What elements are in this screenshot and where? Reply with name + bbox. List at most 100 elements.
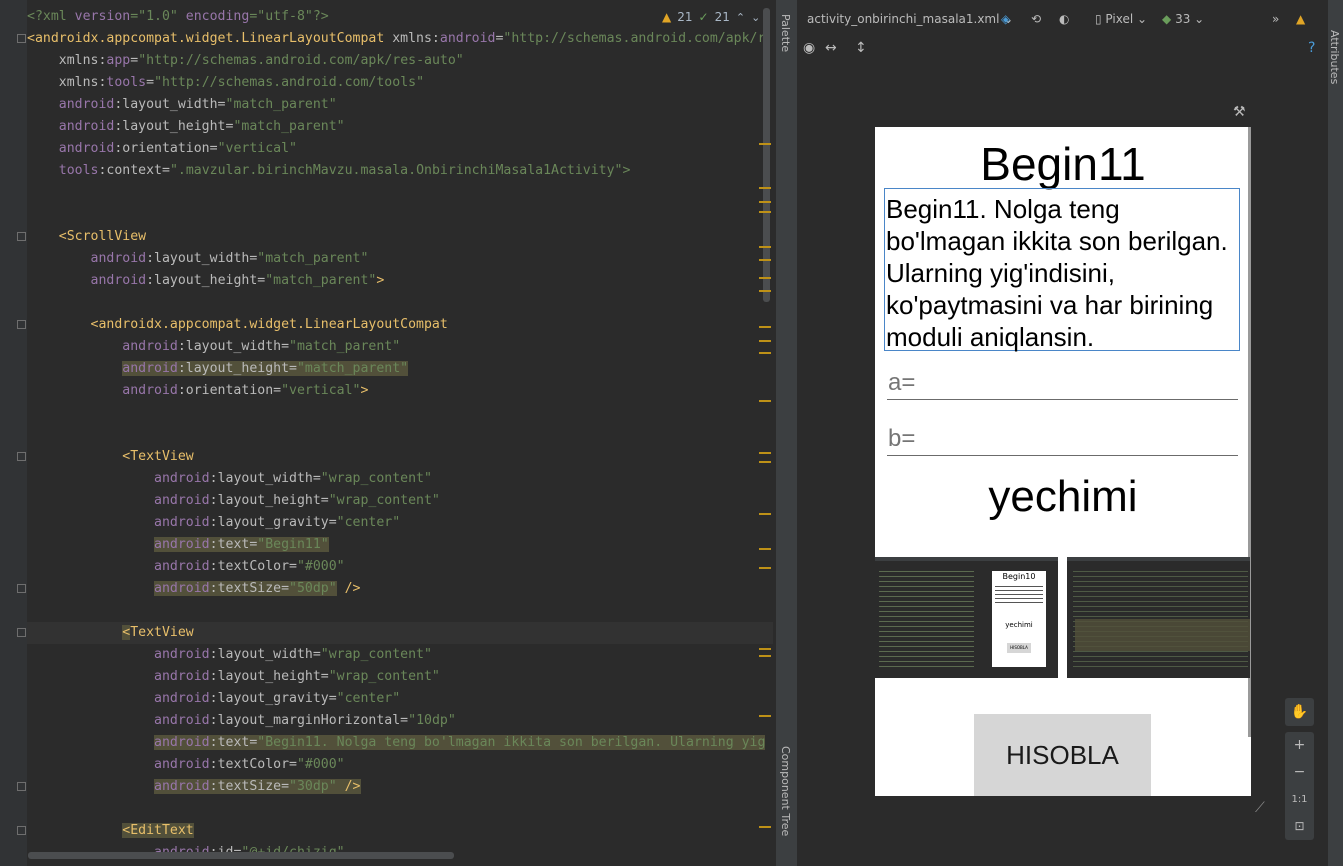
code-line[interactable]: android:textSize="50dp" /> bbox=[27, 578, 773, 600]
palette-tab[interactable]: Palette bbox=[779, 14, 792, 52]
code-line[interactable]: <TextView bbox=[27, 622, 773, 644]
title-text[interactable]: Begin11 bbox=[875, 137, 1251, 191]
code-line[interactable] bbox=[27, 292, 773, 314]
wrench-icon[interactable]: ⚒ bbox=[1233, 104, 1246, 120]
code-line[interactable]: android:textColor="#000" bbox=[27, 754, 773, 776]
code-line[interactable]: xmlns:app="http://schemas.android.com/ap… bbox=[27, 50, 773, 72]
result-text[interactable]: yechimi bbox=[875, 472, 1251, 522]
error-stripe-mark[interactable] bbox=[759, 352, 771, 354]
screenshot-thumbnail-1[interactable]: Begin10 yechimi HISOBLA bbox=[875, 557, 1058, 678]
file-selector[interactable]: activity_onbirinchi_masala1.xml ⌄ bbox=[807, 12, 1013, 26]
zoom-fit-button[interactable]: ⊡ bbox=[1285, 813, 1314, 840]
calculate-button[interactable]: HISOBLA bbox=[974, 714, 1151, 796]
input-a-field[interactable] bbox=[887, 366, 1238, 400]
code-line[interactable]: android:text="Begin11. Nolga teng bo'lma… bbox=[27, 732, 773, 754]
code-line[interactable]: android:layout_width="match_parent" bbox=[27, 94, 773, 116]
orientation-icon[interactable]: ⟲ bbox=[1031, 12, 1041, 26]
zoom-in-button[interactable]: + bbox=[1285, 732, 1314, 759]
component-tree-tab[interactable]: Component Tree bbox=[779, 746, 792, 836]
error-stripe-mark[interactable] bbox=[759, 548, 771, 550]
code-line[interactable]: android:layout_height="match_parent" bbox=[27, 358, 773, 380]
zoom-actual-button[interactable]: 1:1 bbox=[1285, 786, 1314, 813]
fold-marker[interactable] bbox=[17, 826, 26, 835]
fold-marker[interactable] bbox=[17, 320, 26, 329]
fold-marker[interactable] bbox=[17, 232, 26, 241]
help-icon[interactable]: ? bbox=[1308, 40, 1315, 56]
code-line[interactable]: android:layout_width="wrap_content" bbox=[27, 644, 773, 666]
attributes-tab[interactable]: Attributes bbox=[1328, 30, 1341, 84]
fold-marker[interactable] bbox=[17, 34, 26, 43]
code-line[interactable]: android:layout_height="match_parent" bbox=[27, 116, 773, 138]
code-line[interactable]: android:layout_height="match_parent"> bbox=[27, 270, 773, 292]
fold-marker[interactable] bbox=[17, 628, 26, 637]
fold-marker[interactable] bbox=[17, 782, 26, 791]
eye-icon[interactable]: ◉ bbox=[803, 40, 815, 56]
error-stripe-mark[interactable] bbox=[759, 290, 771, 292]
warning-icon[interactable]: ▲ bbox=[1296, 12, 1305, 26]
error-stripe-mark[interactable] bbox=[759, 187, 771, 189]
zoom-out-button[interactable]: − bbox=[1285, 759, 1314, 786]
code-line[interactable]: <ScrollView bbox=[27, 226, 773, 248]
code-line[interactable] bbox=[27, 798, 773, 820]
code-line[interactable]: <androidx.appcompat.widget.LinearLayoutC… bbox=[27, 28, 773, 50]
code-line[interactable]: android:textSize="30dp" /> bbox=[27, 776, 773, 798]
error-stripe-mark[interactable] bbox=[759, 143, 771, 145]
error-stripe-mark[interactable] bbox=[759, 246, 771, 248]
code-line[interactable]: android:orientation="vertical"> bbox=[27, 380, 773, 402]
theme-icon[interactable]: ◐ bbox=[1059, 12, 1069, 26]
layers-icon[interactable]: ◈ bbox=[1001, 12, 1010, 26]
code-line[interactable]: <TextView bbox=[27, 446, 773, 468]
resize-handle-icon[interactable]: ⟋ bbox=[1255, 800, 1265, 816]
code-line[interactable]: android:layout_height="wrap_content" bbox=[27, 490, 773, 512]
prev-problem-icon[interactable]: ⌃ bbox=[736, 11, 745, 24]
code-line[interactable] bbox=[27, 402, 773, 424]
code-line[interactable]: android:orientation="vertical" bbox=[27, 138, 773, 160]
code-line[interactable]: android:layout_width="match_parent" bbox=[27, 336, 773, 358]
vertical-scrollbar[interactable] bbox=[763, 8, 770, 302]
error-stripe-mark[interactable] bbox=[759, 452, 771, 454]
input-b-field[interactable] bbox=[887, 422, 1238, 456]
screenshot-thumbnail-2[interactable] bbox=[1067, 557, 1250, 678]
error-stripe-mark[interactable] bbox=[759, 513, 771, 515]
code-line[interactable] bbox=[27, 204, 773, 226]
error-stripe-mark[interactable] bbox=[759, 461, 771, 463]
description-text[interactable]: Begin11. Nolga teng bo'lmagan ikkita son… bbox=[884, 188, 1240, 352]
pan-tool[interactable]: ✋ bbox=[1285, 698, 1314, 726]
code-line[interactable]: android:textColor="#000" bbox=[27, 556, 773, 578]
error-stripe-mark[interactable] bbox=[759, 648, 771, 650]
code-line[interactable]: android:layout_gravity="center" bbox=[27, 512, 773, 534]
code-line[interactable]: android:text="Begin11" bbox=[27, 534, 773, 556]
code-line[interactable]: <EditText bbox=[27, 820, 773, 842]
code-line[interactable]: <androidx.appcompat.widget.LinearLayoutC… bbox=[27, 314, 773, 336]
next-problem-icon[interactable]: ⌄ bbox=[751, 11, 760, 24]
error-stripe-mark[interactable] bbox=[759, 326, 771, 328]
error-stripe-mark[interactable] bbox=[759, 715, 771, 717]
code-line[interactable]: xmlns:tools="http://schemas.android.com/… bbox=[27, 72, 773, 94]
error-stripe-mark[interactable] bbox=[759, 340, 771, 342]
code-line[interactable] bbox=[27, 600, 773, 622]
code-area[interactable]: <?xml version="1.0" encoding="utf-8"?> <a… bbox=[27, 6, 773, 864]
phone-preview[interactable]: Begin11 Begin11. Nolga teng bo'lmagan ik… bbox=[875, 127, 1251, 796]
error-stripe-mark[interactable] bbox=[759, 400, 771, 402]
code-editor[interactable]: <?xml version="1.0" encoding="utf-8"?> <a… bbox=[0, 0, 773, 866]
error-stripe-mark[interactable] bbox=[759, 211, 771, 213]
error-stripe-mark[interactable] bbox=[759, 259, 771, 261]
code-line[interactable]: android:layout_gravity="center" bbox=[27, 688, 773, 710]
device-selector[interactable]: ▯ Pixel ⌄ bbox=[1095, 12, 1147, 26]
api-selector[interactable]: ◆ 33 ⌄ bbox=[1162, 12, 1204, 26]
vertical-resize-icon[interactable]: ↕ bbox=[855, 40, 867, 56]
code-line[interactable]: android:layout_height="wrap_content" bbox=[27, 666, 773, 688]
code-line[interactable] bbox=[27, 424, 773, 446]
horizontal-scrollbar[interactable] bbox=[28, 852, 454, 859]
overflow-icon[interactable]: » bbox=[1272, 12, 1279, 26]
error-stripe-mark[interactable] bbox=[759, 201, 771, 203]
fold-marker[interactable] bbox=[17, 452, 26, 461]
error-stripe-mark[interactable] bbox=[759, 277, 771, 279]
code-line[interactable] bbox=[27, 182, 773, 204]
fold-marker[interactable] bbox=[17, 584, 26, 593]
code-line[interactable]: android:layout_width="wrap_content" bbox=[27, 468, 773, 490]
horizontal-resize-icon[interactable]: ↔ bbox=[825, 40, 837, 56]
code-line[interactable]: tools:context=".mavzular.birinchMavzu.ma… bbox=[27, 160, 773, 182]
inspection-widget[interactable]: ▲ 21 ✓ 21 ⌃ ⌄ bbox=[662, 10, 760, 24]
code-line[interactable]: android:layout_marginHorizontal="10dp" bbox=[27, 710, 773, 732]
